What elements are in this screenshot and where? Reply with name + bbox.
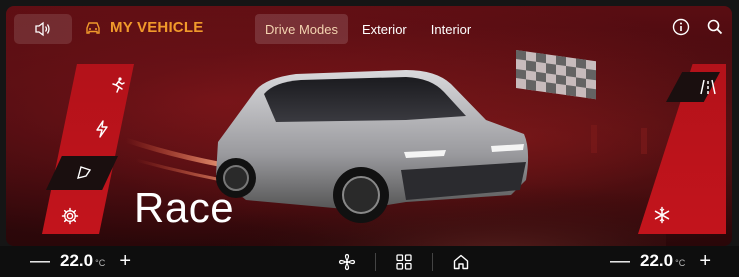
main-screen: MY VEHICLE Drive Modes Exterior Interior [6, 6, 732, 246]
app-frame: MY VEHICLE Drive Modes Exterior Interior [0, 0, 739, 277]
driver-temp-increase-button[interactable]: + [115, 251, 135, 271]
mode-custom-button[interactable] [50, 201, 90, 231]
tab-bar: Drive Modes Exterior Interior [255, 14, 481, 44]
tab-drive-modes[interactable]: Drive Modes [255, 14, 348, 44]
running-person-icon [109, 76, 127, 94]
tab-interior[interactable]: Interior [421, 14, 481, 44]
lightning-bolt-icon [94, 120, 110, 138]
grid-icon[interactable] [392, 251, 416, 273]
driver-climate: — 22.0 °C + [30, 251, 135, 271]
passenger-temp-decrease-button[interactable]: — [610, 251, 630, 271]
search-icon[interactable] [706, 18, 724, 36]
tab-exterior[interactable]: Exterior [352, 14, 417, 44]
info-icon[interactable] [672, 18, 690, 36]
terrain-snow-button[interactable] [642, 200, 682, 230]
page-title: MY VEHICLE [110, 19, 204, 36]
gear-icon [61, 207, 79, 225]
passenger-temp-unit: °C [675, 258, 686, 268]
divider [375, 253, 376, 271]
driver-temp-value: 22.0 [60, 251, 94, 270]
fan-icon[interactable] [335, 251, 359, 273]
top-bar: MY VEHICLE Drive Modes Exterior Interior [6, 6, 732, 50]
driver-temp-decrease-button[interactable]: — [30, 251, 50, 271]
driver-temp-unit: °C [95, 258, 106, 268]
terrain-road-button[interactable] [688, 72, 728, 102]
passenger-temp-increase-button[interactable]: + [695, 251, 715, 271]
speaker-icon [34, 21, 52, 37]
header-actions [672, 18, 724, 36]
drive-mode-label: Race [134, 184, 235, 231]
volume-button[interactable] [14, 14, 72, 44]
snowflake-icon [653, 206, 671, 224]
passenger-temp-value: 22.0 [640, 251, 674, 270]
mode-eco-button[interactable] [82, 114, 122, 144]
road-lane-icon [699, 78, 717, 96]
quick-actions [335, 251, 473, 273]
mode-race-button[interactable] [64, 157, 104, 187]
divider [432, 253, 433, 271]
section-title: MY VEHICLE [84, 19, 203, 36]
car-icon [84, 21, 102, 35]
flag-icon [75, 164, 93, 180]
climate-bar: — 22.0 °C + — 22.0 °C + [0, 246, 739, 277]
mode-sport-button[interactable] [98, 70, 138, 100]
passenger-climate: — 22.0 °C + [610, 251, 715, 271]
home-icon[interactable] [449, 251, 473, 273]
